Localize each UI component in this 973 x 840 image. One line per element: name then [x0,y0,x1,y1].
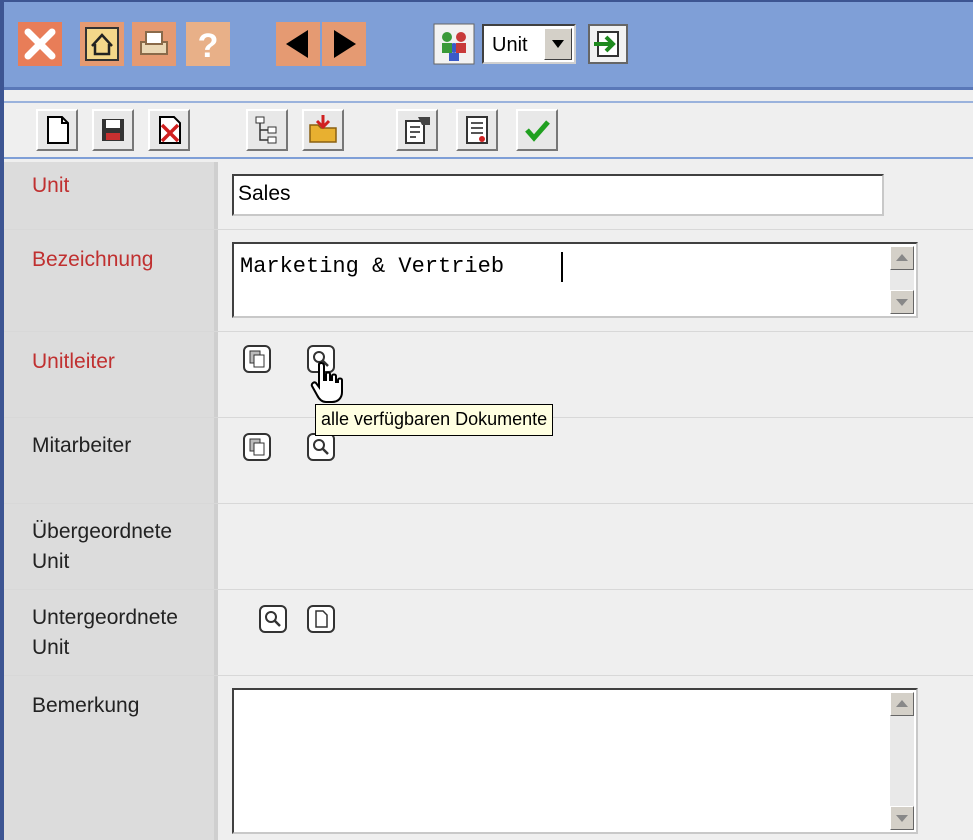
search-documents-icon[interactable] [306,432,336,462]
home-icon[interactable] [80,22,124,66]
bezeichnung-textarea[interactable]: Marketing & Vertrieb [232,242,918,318]
bemerkung-label: Bemerkung [32,694,140,717]
document-list-icon[interactable] [456,109,498,151]
folder-import-icon[interactable] [302,109,344,151]
label-cell: Übergeordnete Unit [4,504,218,589]
app-frame: ? Unit Unit Sales Bezeichnung Marketing … [0,0,973,840]
top-toolbar: ? Unit [4,0,973,90]
scroll-up-icon[interactable] [890,692,914,716]
mitarbeiter-label: Mitarbeiter [32,434,132,457]
uebergeordnete-label-line1: Übergeordnete [32,520,173,543]
properties-icon[interactable] [396,109,438,151]
copy-documents-icon[interactable] [242,344,272,374]
arrow-right-icon[interactable] [322,22,366,66]
tooltip: alle verfügbaren Dokumente [315,404,554,436]
users-icon[interactable] [432,22,476,66]
help-icon[interactable]: ? [186,22,230,66]
unit-select-value: Unit [492,34,528,56]
delete-document-icon[interactable] [148,109,190,151]
label-cell: Bezeichnung [4,230,218,331]
scroll-down-icon[interactable] [890,290,914,314]
new-document-icon[interactable] [36,109,78,151]
row-uebergeordnete-unit: Übergeordnete Unit [4,504,973,590]
bezeichnung-label: Bezeichnung [32,248,154,271]
label-cell: Bemerkung [4,676,218,840]
checkmark-icon[interactable] [516,109,558,151]
bezeichnung-scrollbar[interactable] [890,246,914,314]
save-icon[interactable] [92,109,134,151]
scroll-up-icon[interactable] [890,246,914,270]
svg-text:?: ? [198,27,219,65]
untergeordnete-label-line2: Unit [32,636,70,659]
bezeichnung-text: Marketing & Vertrieb [240,254,505,279]
untergeordnete-label-line1: Untergeordnete [32,606,178,629]
unitleiter-label: Unitleiter [32,350,115,373]
unit-label: Unit [32,174,70,197]
label-cell: Untergeordnete Unit [4,590,218,675]
uebergeordnete-label-line2: Unit [32,550,70,573]
print-icon[interactable] [132,22,176,66]
text-caret [561,252,563,282]
row-bemerkung: Bemerkung [4,676,973,840]
unit-input[interactable]: Sales [232,174,884,216]
scroll-down-icon[interactable] [890,806,914,830]
row-bezeichnung: Bezeichnung Marketing & Vertrieb [4,230,973,332]
close-icon[interactable] [18,22,62,66]
arrow-left-icon[interactable] [276,22,320,66]
hand-cursor-icon [309,360,347,406]
label-cell: Unitleiter [4,332,218,417]
label-cell: Unit [4,162,218,229]
tree-structure-icon[interactable] [246,109,288,151]
search-icon[interactable] [258,604,288,634]
unit-select[interactable]: Unit [482,24,576,64]
document-toolbar [4,101,973,159]
copy-documents-icon[interactable] [242,432,272,462]
bemerkung-scrollbar[interactable] [890,692,914,830]
row-untergeordnete-unit: Untergeordnete Unit [4,590,973,676]
chevron-down-icon[interactable] [544,28,572,60]
new-document-icon[interactable] [306,604,336,634]
row-unit: Unit Sales [4,162,973,230]
bemerkung-textarea[interactable] [232,688,918,834]
label-cell: Mitarbeiter [4,418,218,503]
go-icon[interactable] [588,24,628,64]
